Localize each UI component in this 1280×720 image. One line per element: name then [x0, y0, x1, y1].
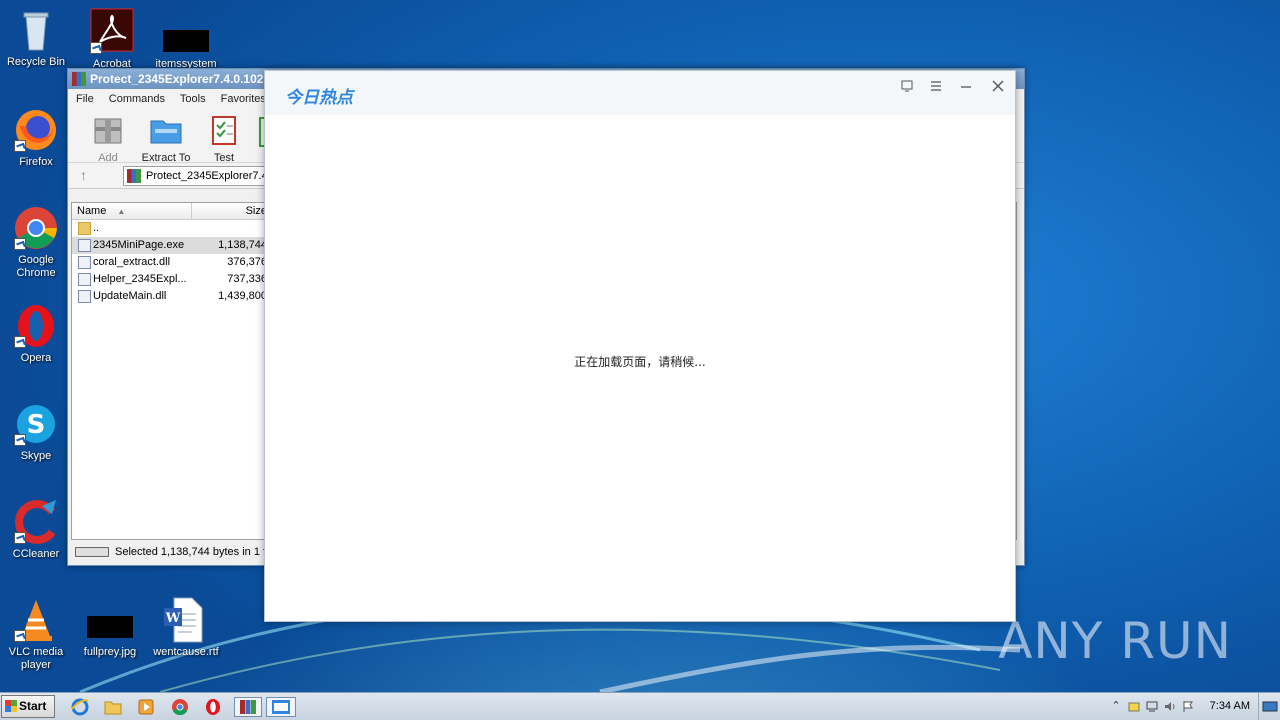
folder-icon	[104, 701, 122, 715]
clock[interactable]: 7:34 AM	[1210, 700, 1250, 712]
column-size[interactable]: Size	[192, 203, 272, 220]
acrobat-shortcut[interactable]: Acrobat	[76, 8, 148, 68]
recycle-bin-shortcut[interactable]: Recycle Bin	[0, 6, 72, 69]
shortcut-arrow-icon	[14, 238, 26, 250]
wentcause-file[interactable]: W wentcause.rtf	[150, 596, 222, 659]
extract-folder-icon	[150, 120, 182, 144]
extract-to-button[interactable]: Extract To	[137, 115, 195, 164]
window-icon	[901, 80, 913, 92]
ccleaner-icon	[12, 498, 60, 546]
exe-file-icon	[78, 239, 91, 252]
opera-icon	[206, 699, 220, 715]
close-icon	[992, 80, 1004, 92]
archive-icon	[127, 169, 141, 183]
recycle-bin-icon	[12, 6, 60, 54]
taskbar-ie[interactable]	[70, 697, 92, 717]
hot-news-app-icon	[272, 700, 290, 714]
menu-file[interactable]: File	[76, 93, 94, 105]
hot-news-header[interactable]: 今日热点	[265, 71, 1015, 115]
anyrun-watermark: ANY RUN	[998, 612, 1232, 670]
shortcut-arrow-icon	[14, 140, 26, 152]
acrobat-icon	[88, 8, 136, 56]
chrome-icon	[12, 204, 60, 252]
taskbar-chrome[interactable]	[170, 697, 192, 717]
loading-message: 正在加载页面，请稍候...	[574, 355, 706, 369]
shortcut-arrow-icon	[14, 532, 26, 544]
menu-commands[interactable]: Commands	[109, 93, 165, 105]
shortcut-arrow-icon	[14, 630, 26, 642]
test-button[interactable]: Test	[195, 115, 253, 164]
menu-favorites[interactable]: Favorites	[221, 93, 266, 105]
action-center-icon[interactable]	[1128, 700, 1140, 713]
add-button[interactable]: Add	[79, 115, 137, 164]
dll-file-icon	[78, 290, 91, 303]
media-player-icon	[138, 699, 154, 715]
column-name[interactable]: Name ▲	[72, 203, 192, 220]
sort-ascending-icon: ▲	[117, 207, 126, 216]
drive-icon	[75, 547, 109, 557]
taskbar-opera[interactable]	[203, 697, 225, 717]
taskbar-winrar[interactable]	[234, 697, 262, 717]
fullprey-file[interactable]: fullprey.jpg	[74, 616, 146, 659]
skype-shortcut[interactable]: S Skype	[0, 400, 72, 463]
chrome-shortcut[interactable]: Google Chrome	[0, 204, 72, 280]
show-desktop-icon	[1262, 701, 1278, 712]
shortcut-arrow-icon	[14, 434, 26, 446]
add-archive-icon	[94, 118, 122, 144]
system-tray: ⌃ 7:34 AM	[1102, 693, 1280, 720]
chrome-icon	[172, 699, 188, 716]
hot-news-window[interactable]: 今日热点 正在加载页面，请稍候...	[264, 70, 1016, 622]
taskbar-hot-news[interactable]	[266, 697, 296, 717]
minimize-icon	[961, 86, 971, 88]
word-document-icon: W	[162, 596, 210, 644]
menu-button[interactable]	[923, 75, 949, 97]
shortcut-arrow-icon	[90, 42, 102, 54]
show-desktop-button[interactable]	[1258, 693, 1280, 720]
exe-file-icon	[78, 273, 91, 286]
taskbar-explorer[interactable]	[103, 697, 125, 717]
opera-icon	[12, 302, 60, 350]
vlc-shortcut[interactable]: VLC media player	[0, 596, 72, 672]
folder-up-icon	[78, 222, 91, 235]
firefox-shortcut[interactable]: Firefox	[0, 106, 72, 169]
winrar-icon	[240, 700, 256, 714]
taskbar: Start ⌃ 7:34 AM	[0, 692, 1280, 720]
skype-icon: S	[12, 400, 60, 448]
opera-shortcut[interactable]: Opera	[0, 302, 72, 365]
ccleaner-shortcut[interactable]: CCleaner	[0, 498, 72, 561]
redacted-thumbnail-icon	[163, 30, 209, 52]
volume-icon[interactable]	[1164, 700, 1176, 713]
network-icon[interactable]	[1146, 700, 1158, 713]
firefox-icon	[12, 106, 60, 154]
itemssystem-shortcut[interactable]: itemssystem	[150, 30, 222, 68]
vlc-icon	[12, 596, 60, 644]
pin-window-button[interactable]	[894, 75, 920, 97]
action-flag-icon[interactable]	[1182, 700, 1194, 713]
internet-explorer-icon	[71, 698, 89, 716]
winrar-title: Protect_2345Explorer7.4.0.102	[90, 72, 264, 86]
svg-text:W: W	[165, 611, 181, 626]
up-arrow-icon[interactable]: ↑	[80, 167, 87, 183]
shortcut-arrow-icon	[14, 336, 26, 348]
winrar-app-icon	[72, 72, 86, 86]
test-clipboard-icon	[212, 116, 236, 145]
hamburger-icon	[931, 81, 941, 91]
close-button[interactable]	[985, 75, 1011, 97]
show-hidden-icons-chevron-icon[interactable]: ⌃	[1110, 700, 1122, 713]
svg-text:S: S	[27, 410, 46, 440]
windows-logo-icon	[5, 700, 17, 712]
minimize-button[interactable]	[953, 75, 979, 97]
hot-news-title: 今日热点	[285, 88, 353, 108]
redacted-thumbnail-icon	[87, 616, 133, 638]
menu-tools[interactable]: Tools	[180, 93, 206, 105]
taskbar-media-player[interactable]	[136, 697, 158, 717]
start-button[interactable]: Start	[1, 695, 55, 718]
dll-file-icon	[78, 256, 91, 269]
